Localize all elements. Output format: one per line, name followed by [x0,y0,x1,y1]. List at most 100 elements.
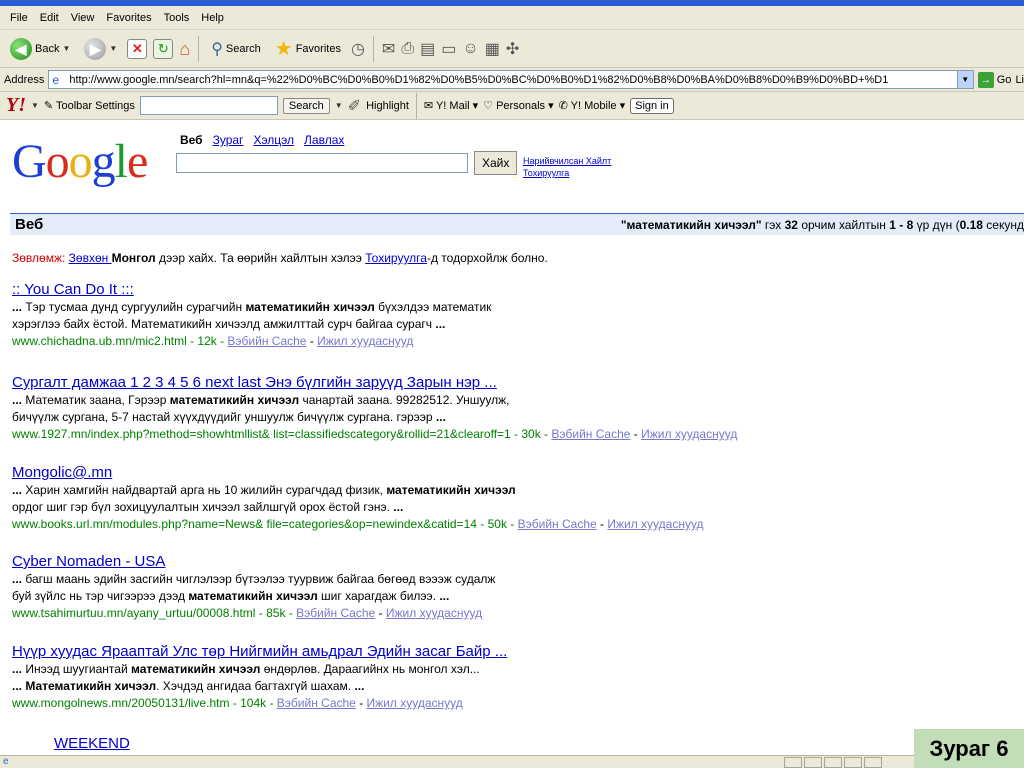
toolbar-settings[interactable]: ✎ Toolbar Settings [44,99,135,112]
menu-file[interactable]: File [4,10,34,26]
tip-label: Зөвлөмж: [12,251,66,265]
search-result: Сургалт дамжаа 1 2 3 4 5 6 next last Энэ… [12,374,1017,443]
folder-icon[interactable]: ▭ [441,39,456,59]
favorites-button[interactable]: ★ Favorites [271,37,345,61]
go-label: Go [996,73,1012,86]
snippet-text: буй зүйлс нь тэр чигээрээ дээд [12,589,189,603]
favorites-label: Favorites [295,42,341,55]
result-snippet: хэрэглээ байх ёстой. Математикийн хичээл… [12,316,1017,333]
go-button[interactable]: → Go [977,71,1012,88]
snippet-highlight: математикийн хичээл [245,300,375,314]
yahoo-search-button[interactable]: Search [282,97,330,114]
snippet-text: Тэр тусмаа дунд сургуулийн сурагчийн [25,300,246,314]
menu-view[interactable]: View [65,10,101,26]
snippet-highlight: ... [435,317,446,331]
separator-dash: - [596,517,608,531]
result-range: 1 - 8 [889,217,914,232]
tab-web: Веб [180,133,203,147]
menu-help[interactable]: Help [195,10,230,26]
similar-pages-link[interactable]: Ижил хуудаснууд [607,517,703,531]
tip-text: дээр хайх. Та өөрийн хайлтын хэлээ [155,251,366,265]
mongolian-only-link[interactable]: Зөвхөн [69,251,112,265]
chevron-down-icon[interactable]: ▼ [62,44,70,53]
result-title-link[interactable]: :: You Can Do It ::: [12,281,134,299]
similar-pages-link[interactable]: Ижил хуудаснууд [641,427,737,441]
cache-link[interactable]: Вэбийн Cache [551,427,630,441]
menu-tools[interactable]: Tools [158,10,196,26]
forward-button[interactable]: ▶ ▼ [80,36,121,62]
mail-icon[interactable]: ✉ [382,39,395,59]
address-dropdown-icon[interactable]: ▼ [956,71,973,88]
yahoo-mail-button[interactable]: ✉ Y! Mail ▾ [424,99,478,112]
search-icon: ⚲ [211,40,223,58]
snippet-highlight: ... [393,500,404,514]
snippet-highlight: ... [12,572,26,586]
result-snippet: ... Тэр тусмаа дунд сургуулийн сурагчийн… [12,299,1017,316]
cache-link[interactable]: Вэбийн Cache [296,606,375,620]
sign-in-button[interactable]: Sign in [630,97,674,114]
similar-pages-link[interactable]: Ижил хуудаснууд [367,696,463,710]
address-input[interactable]: e http://www.google.mn/search?hl=mn&q=%2… [48,70,974,89]
personals-button[interactable]: ♡ Personals ▾ [483,99,553,112]
result-count: 32 [784,217,798,232]
star-icon: ★ [274,37,293,60]
snippet-highlight: ... [12,300,26,314]
cache-link[interactable]: Вэбийн Cache [227,334,306,348]
yahoo-mail-label: Y! Mail [435,100,470,112]
google-logo[interactable]: Google [12,134,148,190]
search-button[interactable]: ⚲ Search [207,37,265,61]
google-search-input[interactable] [176,153,468,173]
back-button[interactable]: ◀ Back ▼ [6,36,74,62]
research-icon[interactable]: ▦ [485,39,500,59]
address-bar: Address e http://www.google.mn/search?hl… [0,68,1024,92]
preferences-tip-link[interactable]: Тохируулга [365,251,427,265]
contacts-icon[interactable]: ✣ [506,39,519,59]
refresh-icon[interactable]: ↻ [153,38,174,59]
preferences-link[interactable]: Тохируулга [523,167,611,179]
similar-pages-link[interactable]: Ижил хуудаснууд [386,606,482,620]
status-cell [784,757,802,768]
print-icon[interactable]: ⎙ [401,40,414,58]
similar-pages-link[interactable]: Ижил хуудаснууд [317,334,413,348]
tab-groups[interactable]: Хэлцэл [253,133,294,147]
stop-icon[interactable]: ✕ [127,38,148,59]
google-search-button[interactable]: Хайх [474,151,518,175]
yahoo-mobile-button[interactable]: ✆ Y! Mobile ▾ [559,99,626,112]
result-snippet: буй зүйлс нь тэр чигээрээ дээд математик… [12,588,1017,605]
cache-link[interactable]: Вэбийн Cache [518,517,597,531]
result-title-link[interactable]: Сургалт дамжаа 1 2 3 4 5 6 next last Энэ… [12,374,497,392]
home-icon[interactable]: ⌂ [179,39,190,59]
edit-icon[interactable]: ▤ [420,39,435,59]
result-title-link[interactable]: Mongolic@.mn [12,464,112,482]
toolbar-separator [415,92,417,119]
pencil-icon[interactable]: ✐ [348,96,361,116]
result-url-line: www.1927.mn/index.php?method=showhtmllis… [12,426,1017,443]
chevron-down-icon[interactable]: ▼ [31,101,39,110]
result-url-line: www.books.url.mn/modules.php?name=News& … [12,516,1017,533]
messenger-icon[interactable]: ☺ [462,40,478,58]
menu-edit[interactable]: Edit [34,10,65,26]
result-title-link[interactable]: Cyber Nomaden - USA [12,553,165,571]
menu-favorites[interactable]: Favorites [100,10,157,26]
result-url: www.books.url.mn/modules.php?name=News& … [12,517,518,531]
history-icon[interactable]: ◷ [351,39,365,59]
links-label[interactable]: Li [1015,74,1024,86]
result-url: www.1927.mn/index.php?method=showhtmllis… [12,427,552,441]
chevron-down-icon[interactable]: ▼ [109,44,117,53]
separator-dash: - [630,427,642,441]
highlight-button[interactable]: Highlight [366,100,409,112]
chevron-down-icon[interactable]: ▼ [335,101,343,110]
snippet-text: . Хэчдэд ангидаа багтахгүй шахам. [156,679,355,693]
tab-images[interactable]: Зураг [213,133,244,147]
cache-link[interactable]: Вэбийн Cache [277,696,356,710]
advanced-search-link[interactable]: Нарийвчилсан Хайлт [523,155,611,167]
results-bar-label: Веб [15,216,44,233]
yahoo-logo[interactable]: Y! [6,94,26,117]
result-title-link[interactable]: Нүүр хуудас Ярааптай Улс төр Нийгмийн ам… [12,643,507,661]
partial-result-title[interactable]: WEEKEND [54,735,130,752]
search-tabs: Веб Зураг Хэлцэл Лавлах [180,133,344,147]
yahoo-search-input[interactable] [139,96,278,115]
snippet-highlight: математикийн хичээл [386,483,516,497]
search-result: Mongolic@.mn... Харин хамгийн найдвартай… [12,464,1017,533]
tab-directory[interactable]: Лавлах [304,133,344,147]
